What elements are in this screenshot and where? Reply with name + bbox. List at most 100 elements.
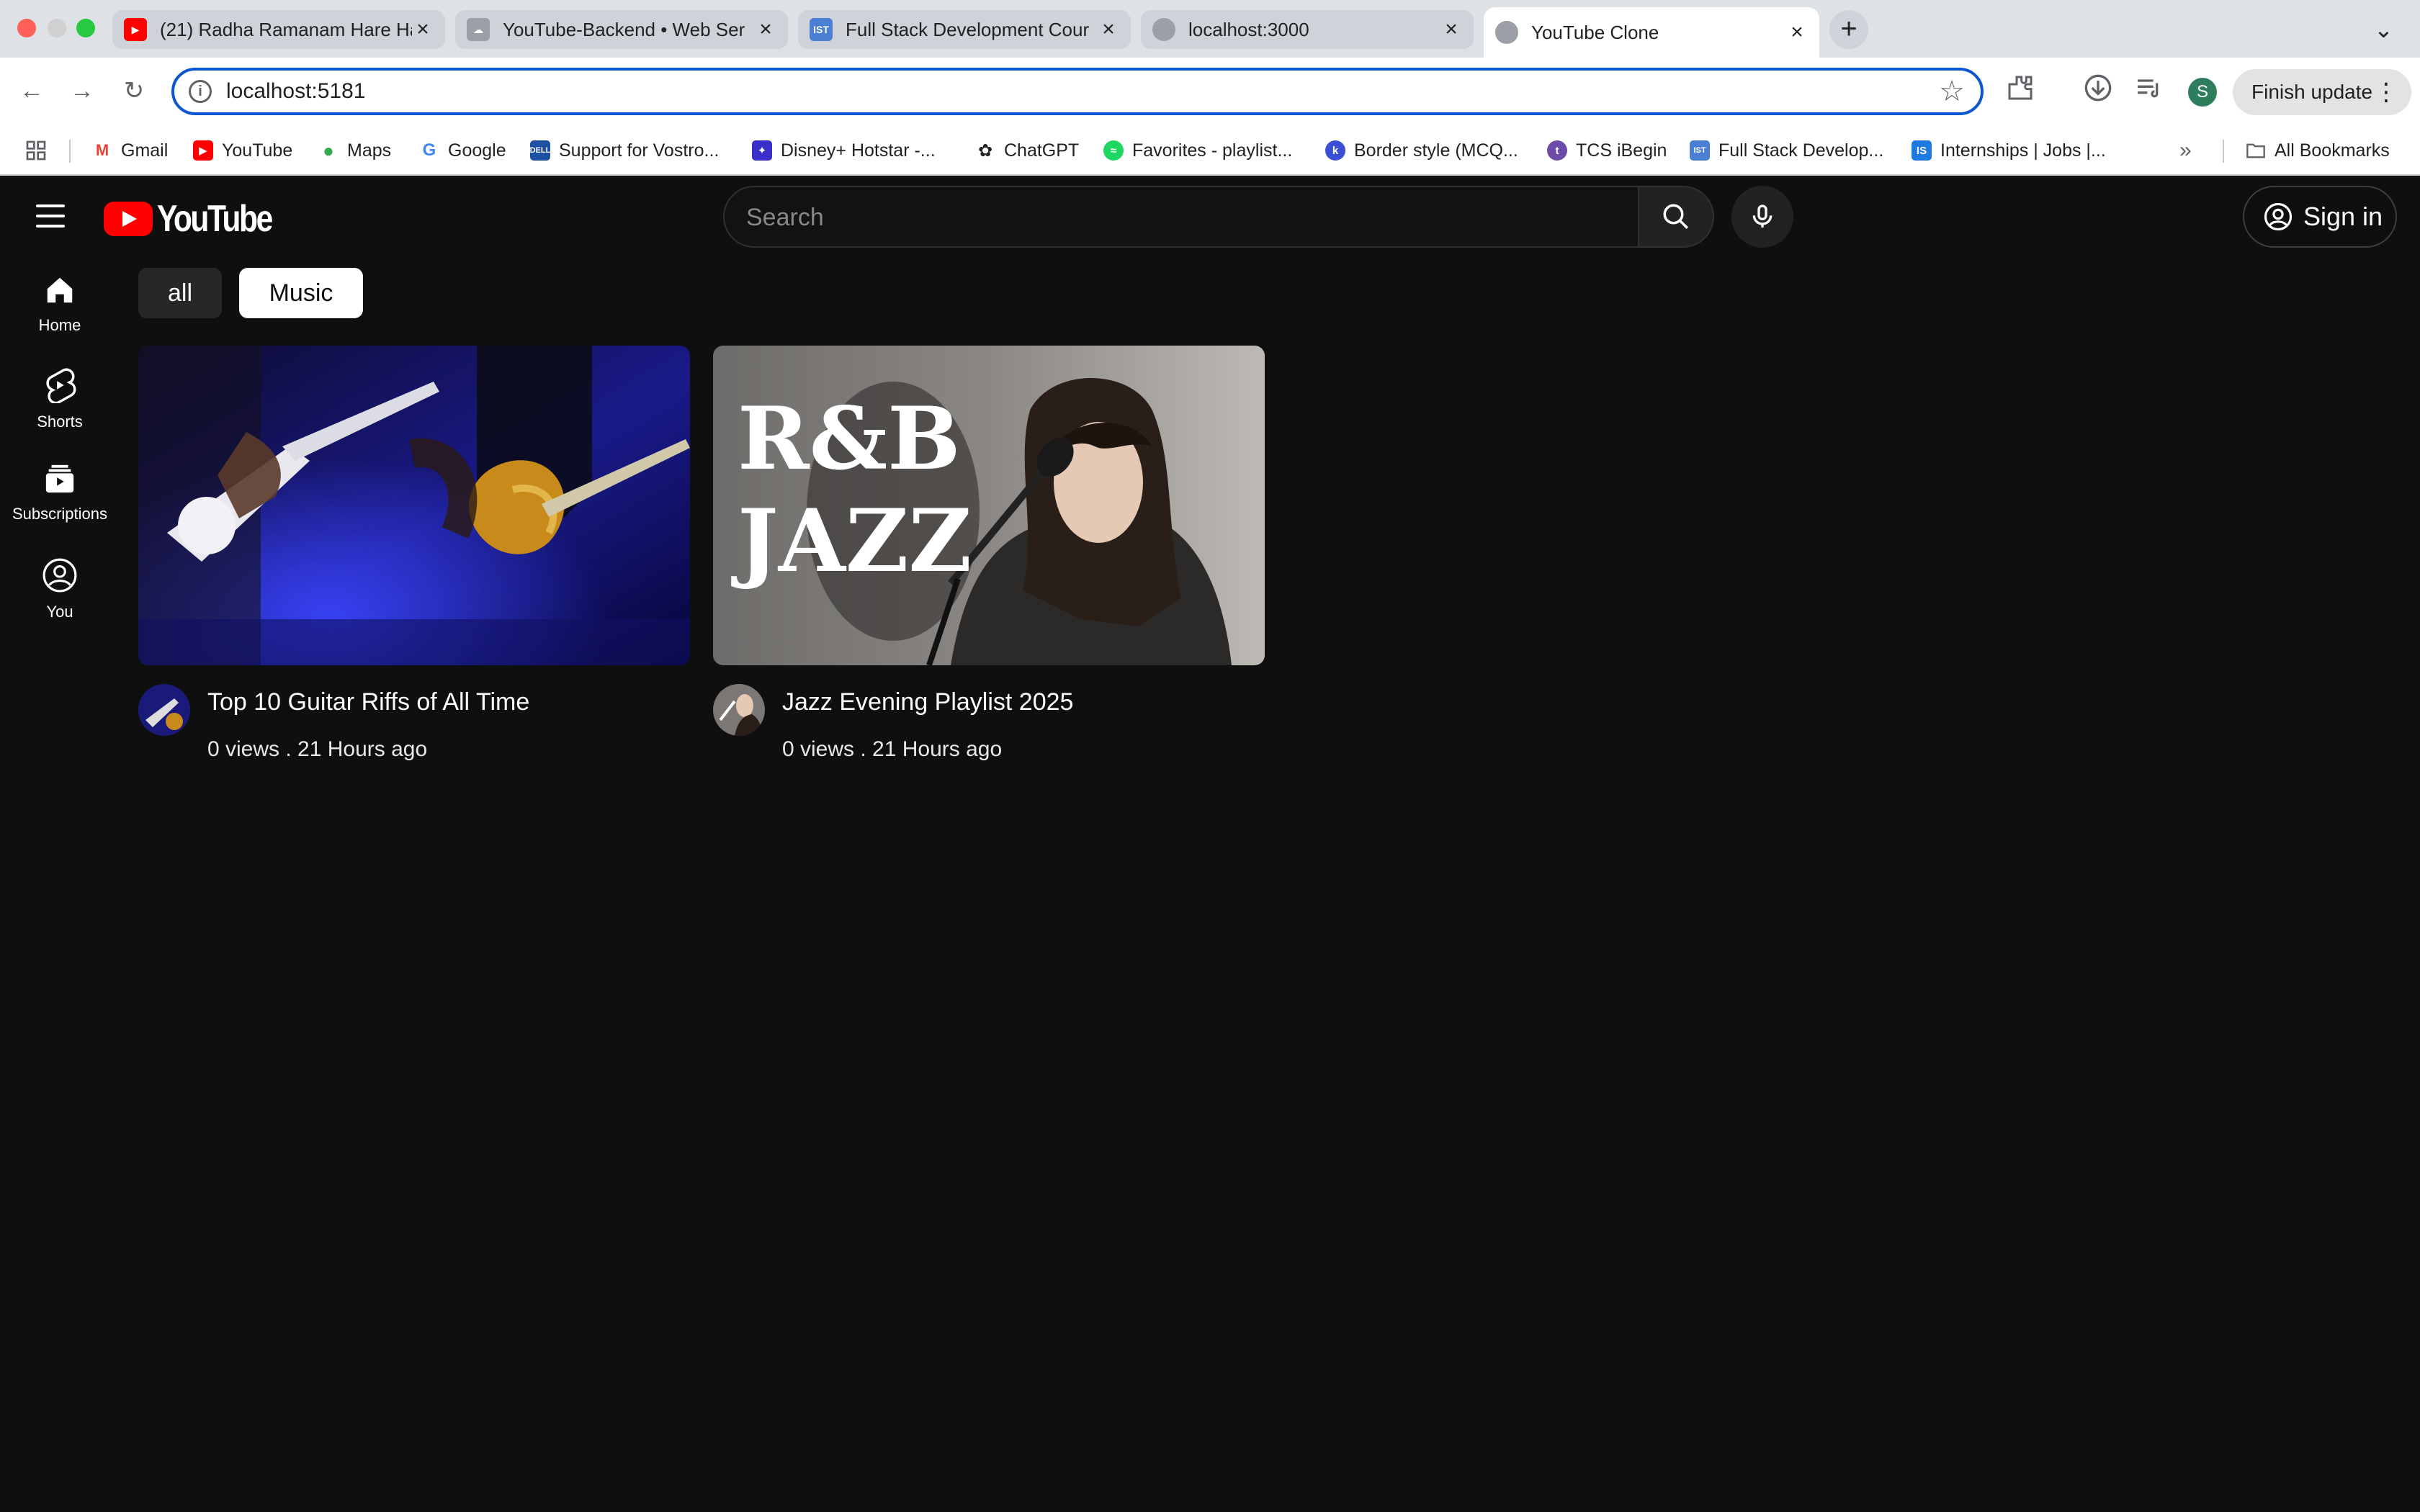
new-tab-button[interactable]: +	[1829, 10, 1868, 49]
video-thumbnail[interactable]: R&B JAZZ	[713, 346, 1265, 665]
apps-grid-icon[interactable]	[24, 138, 48, 163]
bookmark-label: Favorites - playlist...	[1132, 140, 1293, 161]
thumbnail-text-jazz: JAZZ	[738, 490, 972, 592]
download-icon[interactable]	[2080, 73, 2116, 109]
bookmark-label: Internships | Jobs |...	[1940, 140, 2106, 161]
bookmark-full-stack[interactable]: IST Full Stack Develop...	[1690, 138, 1883, 163]
bookmark-chatgpt[interactable]: ✿ ChatGPT	[975, 138, 1079, 163]
bookmark-label: Google	[448, 140, 506, 161]
close-icon[interactable]: ×	[412, 19, 434, 40]
video-stats: 0 views . 21 Hours ago	[782, 737, 1003, 761]
bookmark-gmail[interactable]: M Gmail	[92, 138, 168, 163]
extensions-icon[interactable]	[2002, 73, 2038, 109]
tab-title: YouTube-Backend • Web Ser	[503, 18, 745, 40]
youtube-play-icon	[104, 202, 153, 236]
user-icon	[42, 558, 77, 593]
channel-avatar[interactable]	[138, 684, 190, 736]
close-window-button[interactable]	[17, 19, 36, 37]
tab-title: YouTube Clone	[1531, 21, 1659, 43]
youtube-icon: ▶	[124, 18, 147, 41]
sidebar-item-label: Home	[38, 316, 81, 334]
forward-arrow-icon[interactable]: →	[65, 73, 99, 108]
bookmark-label: Disney+ Hotstar -...	[781, 140, 936, 161]
finish-update-button[interactable]: Finish update ⋮	[2233, 69, 2411, 115]
bookmark-border-style[interactable]: k Border style (MCQ...	[1325, 138, 1518, 163]
browser-tab-strip: ▶ (21) Radha Ramanam Hare Ha × ☁ YouTube…	[0, 0, 2420, 58]
search-icon	[1663, 204, 1688, 229]
gmail-icon: M	[92, 140, 112, 161]
mic-icon	[1752, 204, 1773, 228]
hotstar-icon: ✦	[752, 140, 772, 161]
bookmarks-divider	[2223, 140, 2224, 163]
bookmark-label: Border style (MCQ...	[1354, 140, 1518, 161]
folder-icon	[2246, 140, 2266, 161]
video-title[interactable]: Jazz Evening Playlist 2025	[782, 688, 1073, 716]
more-vert-icon[interactable]: ⋮	[2374, 69, 2398, 115]
shorts-icon	[46, 368, 76, 405]
bookmark-google[interactable]: G Google	[419, 138, 506, 163]
bookmark-tcs-ibegin[interactable]: t TCS iBegin	[1547, 138, 1667, 163]
site-info-icon[interactable]: i	[189, 80, 212, 103]
bookmark-star-icon[interactable]: ☆	[1939, 75, 1965, 108]
sidebar-item-shorts[interactable]: Shorts	[0, 367, 120, 431]
tab-title: (21) Radha Ramanam Hare Ha	[160, 18, 412, 40]
bookmark-spotify[interactable]: ≈ Favorites - playlist...	[1103, 138, 1292, 163]
close-icon[interactable]: ×	[755, 19, 776, 40]
ist-icon: IST	[810, 18, 833, 41]
bookmark-hotstar[interactable]: ✦ Disney+ Hotstar -...	[752, 138, 936, 163]
bookmarks-divider	[69, 140, 71, 163]
sidebar-item-subscriptions[interactable]: Subscriptions	[0, 462, 120, 523]
bookmark-label: TCS iBegin	[1576, 140, 1667, 161]
filter-chip-music[interactable]: Music	[239, 268, 363, 318]
video-title[interactable]: Top 10 Guitar Riffs of All Time	[207, 688, 529, 716]
bookmark-youtube[interactable]: ▶ YouTube	[193, 138, 292, 163]
bookmark-internships[interactable]: IS Internships | Jobs |...	[1912, 138, 2106, 163]
youtube-clone-app: YouTube Sign in Home Shorts	[0, 176, 2420, 1512]
browser-tab[interactable]: ☁ YouTube-Backend • Web Ser ×	[455, 10, 788, 49]
search-button[interactable]	[1638, 186, 1714, 248]
browser-tab[interactable]: IST Full Stack Development Cour ×	[798, 10, 1131, 49]
finish-update-label: Finish update	[2251, 81, 2373, 103]
address-bar[interactable]: i localhost:5181 ☆	[171, 68, 1984, 115]
bookmark-label: Full Stack Develop...	[1718, 140, 1884, 161]
browser-tab-active[interactable]: YouTube Clone ×	[1484, 7, 1819, 58]
sidebar-item-you[interactable]: You	[0, 557, 120, 621]
video-card[interactable]: Top 10 Guitar Riffs of All Time 0 views …	[138, 346, 690, 761]
all-bookmarks-button[interactable]: All Bookmarks	[2246, 138, 2390, 163]
minimize-window-button[interactable]	[48, 19, 66, 37]
menu-icon[interactable]	[36, 204, 65, 228]
bookmark-dell-support[interactable]: DELL Support for Vostro...	[530, 138, 719, 163]
cloud-icon: ☁	[467, 18, 490, 41]
close-icon[interactable]: ×	[1098, 19, 1119, 40]
chevron-down-icon[interactable]: ⌄	[2374, 16, 2393, 43]
profile-avatar[interactable]: S	[2188, 78, 2217, 107]
browser-tab[interactable]: ▶ (21) Radha Ramanam Hare Ha ×	[112, 10, 445, 49]
google-icon: G	[419, 140, 439, 161]
voice-search-button[interactable]	[1731, 186, 1793, 248]
sign-in-label: Sign in	[2303, 202, 2383, 231]
sidebar-item-home[interactable]: Home	[0, 274, 120, 335]
video-thumbnail[interactable]	[138, 346, 690, 665]
youtube-icon: ▶	[193, 140, 213, 161]
search-box[interactable]	[723, 186, 1642, 248]
reload-icon[interactable]: ↻	[117, 73, 151, 108]
channel-avatar[interactable]	[713, 684, 765, 736]
close-icon[interactable]: ×	[1440, 19, 1462, 40]
browser-tab[interactable]: localhost:3000 ×	[1141, 10, 1474, 49]
ist-icon: IST	[1690, 140, 1710, 161]
dell-icon: DELL	[530, 140, 550, 161]
video-card[interactable]: R&B JAZZ Jazz Evening Playlist 2025 0 vi…	[713, 346, 1265, 761]
address-url[interactable]: localhost:5181	[226, 79, 365, 104]
thumbnail-text-rnb: R&B	[738, 388, 961, 490]
maximize-window-button[interactable]	[76, 19, 95, 37]
back-arrow-icon[interactable]: ←	[14, 73, 49, 108]
search-input[interactable]	[746, 200, 1610, 235]
media-queue-icon[interactable]	[2130, 73, 2166, 109]
sign-in-button[interactable]: Sign in	[2243, 186, 2397, 248]
youtube-logo[interactable]: YouTube	[104, 197, 297, 240]
close-icon[interactable]: ×	[1786, 22, 1808, 43]
internshala-icon: IS	[1912, 140, 1932, 161]
bookmark-maps[interactable]: ● Maps	[318, 138, 391, 163]
filter-chip-all[interactable]: all	[138, 268, 222, 318]
more-bookmarks-icon[interactable]: »	[2179, 138, 2192, 163]
